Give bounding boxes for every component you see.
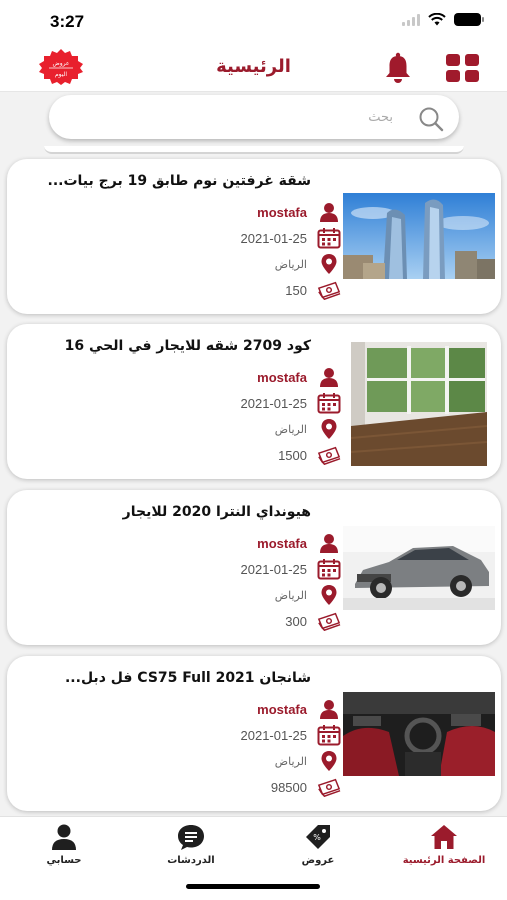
listing-user-row: mostafa	[257, 698, 341, 720]
battery-icon	[454, 13, 484, 26]
listing-image-room	[351, 342, 487, 466]
listing-price-row: 1500	[278, 444, 341, 466]
tab-offers[interactable]: % عروض	[263, 823, 373, 873]
listing-price: 1500	[278, 447, 307, 463]
listing-title: كود 2709 شقه للايجار في الحي 16	[64, 338, 311, 354]
calendar-icon	[317, 227, 341, 249]
listing-price-row: 98500	[271, 776, 341, 798]
listing-date: 2021-01-25	[240, 230, 308, 246]
listing-date: 2021-01-25	[240, 727, 308, 743]
listing-card[interactable]: شقة غرفتين نوم طابق 19 برج بيات... mosta…	[7, 159, 501, 314]
listing-image-car	[343, 526, 495, 610]
offers-icon: %	[306, 825, 330, 849]
user-icon	[317, 532, 341, 554]
listing-city: الرياض	[274, 423, 307, 436]
listing-title: هيونداي النترا 2020 للايجار	[122, 504, 311, 520]
listing-city: الرياض	[274, 258, 307, 271]
listing-city: الرياض	[274, 589, 307, 602]
listing-user-row: mostafa	[257, 532, 341, 554]
page-title: الرئيسية	[216, 56, 291, 77]
listing-title: شانجان CS75 Full 2021 فل دبل...	[64, 670, 311, 686]
listing-price-row: 150	[285, 279, 341, 301]
search-icon[interactable]	[417, 105, 445, 133]
listing-title: شقة غرفتين نوم طابق 19 برج بيات...	[47, 173, 311, 189]
listing-price: 150	[285, 282, 307, 298]
home-icon	[431, 825, 457, 849]
listing-city-row: الرياض	[275, 584, 341, 606]
listing-city-row: الرياض	[275, 418, 341, 440]
calendar-icon	[317, 724, 341, 746]
search-input[interactable]	[63, 95, 393, 139]
listing-date-row: 2021-01-25	[241, 392, 342, 414]
previous-card-edge	[44, 146, 464, 154]
tab-account[interactable]: حسابي	[9, 823, 119, 873]
signal-icon	[402, 13, 420, 26]
listing-card[interactable]: شانجان CS75 Full 2021 فل دبل... mostafa …	[7, 656, 501, 811]
home-indicator	[186, 884, 320, 889]
status-icons	[402, 13, 484, 26]
listing-city: الرياض	[274, 755, 307, 768]
money-icon	[317, 279, 341, 301]
status-time: 3:27	[50, 12, 85, 31]
listing-card[interactable]: كود 2709 شقه للايجار في الحي 16 mostafa …	[7, 324, 501, 479]
money-icon	[317, 444, 341, 466]
listing-user: mostafa	[257, 204, 307, 220]
tab-home[interactable]: الصفحة الرئيسية	[389, 823, 499, 873]
tab-home-label: الصفحة الرئيسية	[402, 855, 486, 866]
location-pin-icon	[317, 253, 341, 275]
listing-user: mostafa	[257, 701, 307, 717]
svg-text:%: %	[313, 833, 321, 842]
categories-grid-icon[interactable]	[446, 54, 479, 82]
tab-chats-label: الدردشات	[167, 855, 215, 866]
listing-user-row: mostafa	[257, 366, 341, 388]
account-icon	[52, 824, 76, 850]
listing-date-row: 2021-01-25	[241, 724, 342, 746]
search-bar	[49, 95, 459, 139]
tab-account-label: حسابي	[46, 855, 82, 866]
calendar-icon	[317, 558, 341, 580]
listing-image-towers	[343, 193, 495, 279]
tab-offers-label: عروض	[301, 855, 335, 866]
location-pin-icon	[317, 584, 341, 606]
listing-city-row: الرياض	[275, 750, 341, 772]
location-pin-icon	[317, 750, 341, 772]
listing-user: mostafa	[257, 535, 307, 551]
money-icon	[317, 610, 341, 632]
listing-user: mostafa	[257, 369, 307, 385]
listing-card[interactable]: هيونداي النترا 2020 للايجار mostafa 2021…	[7, 490, 501, 645]
notifications-bell-icon[interactable]	[383, 52, 413, 84]
listing-price: 98500	[270, 779, 307, 795]
calendar-icon	[317, 392, 341, 414]
app-header: عروض اليوم الرئيسية	[0, 44, 507, 92]
money-icon	[317, 776, 341, 798]
listing-date-row: 2021-01-25	[241, 558, 342, 580]
listing-date-row: 2021-01-25	[241, 227, 342, 249]
user-icon	[317, 698, 341, 720]
wifi-icon	[428, 13, 446, 26]
user-icon	[317, 201, 341, 223]
listing-date: 2021-01-25	[240, 561, 308, 577]
chat-icon	[178, 825, 204, 850]
listing-city-row: الرياض	[275, 253, 341, 275]
tab-chats[interactable]: الدردشات	[136, 823, 246, 873]
listing-price: 300	[285, 613, 307, 629]
listing-price-row: 300	[285, 610, 341, 632]
listing-user-row: mostafa	[257, 201, 341, 223]
user-icon	[317, 366, 341, 388]
status-bar: 3:27	[0, 0, 507, 44]
listing-date: 2021-01-25	[240, 395, 308, 411]
listing-image-car-interior	[343, 692, 495, 776]
location-pin-icon	[317, 418, 341, 440]
